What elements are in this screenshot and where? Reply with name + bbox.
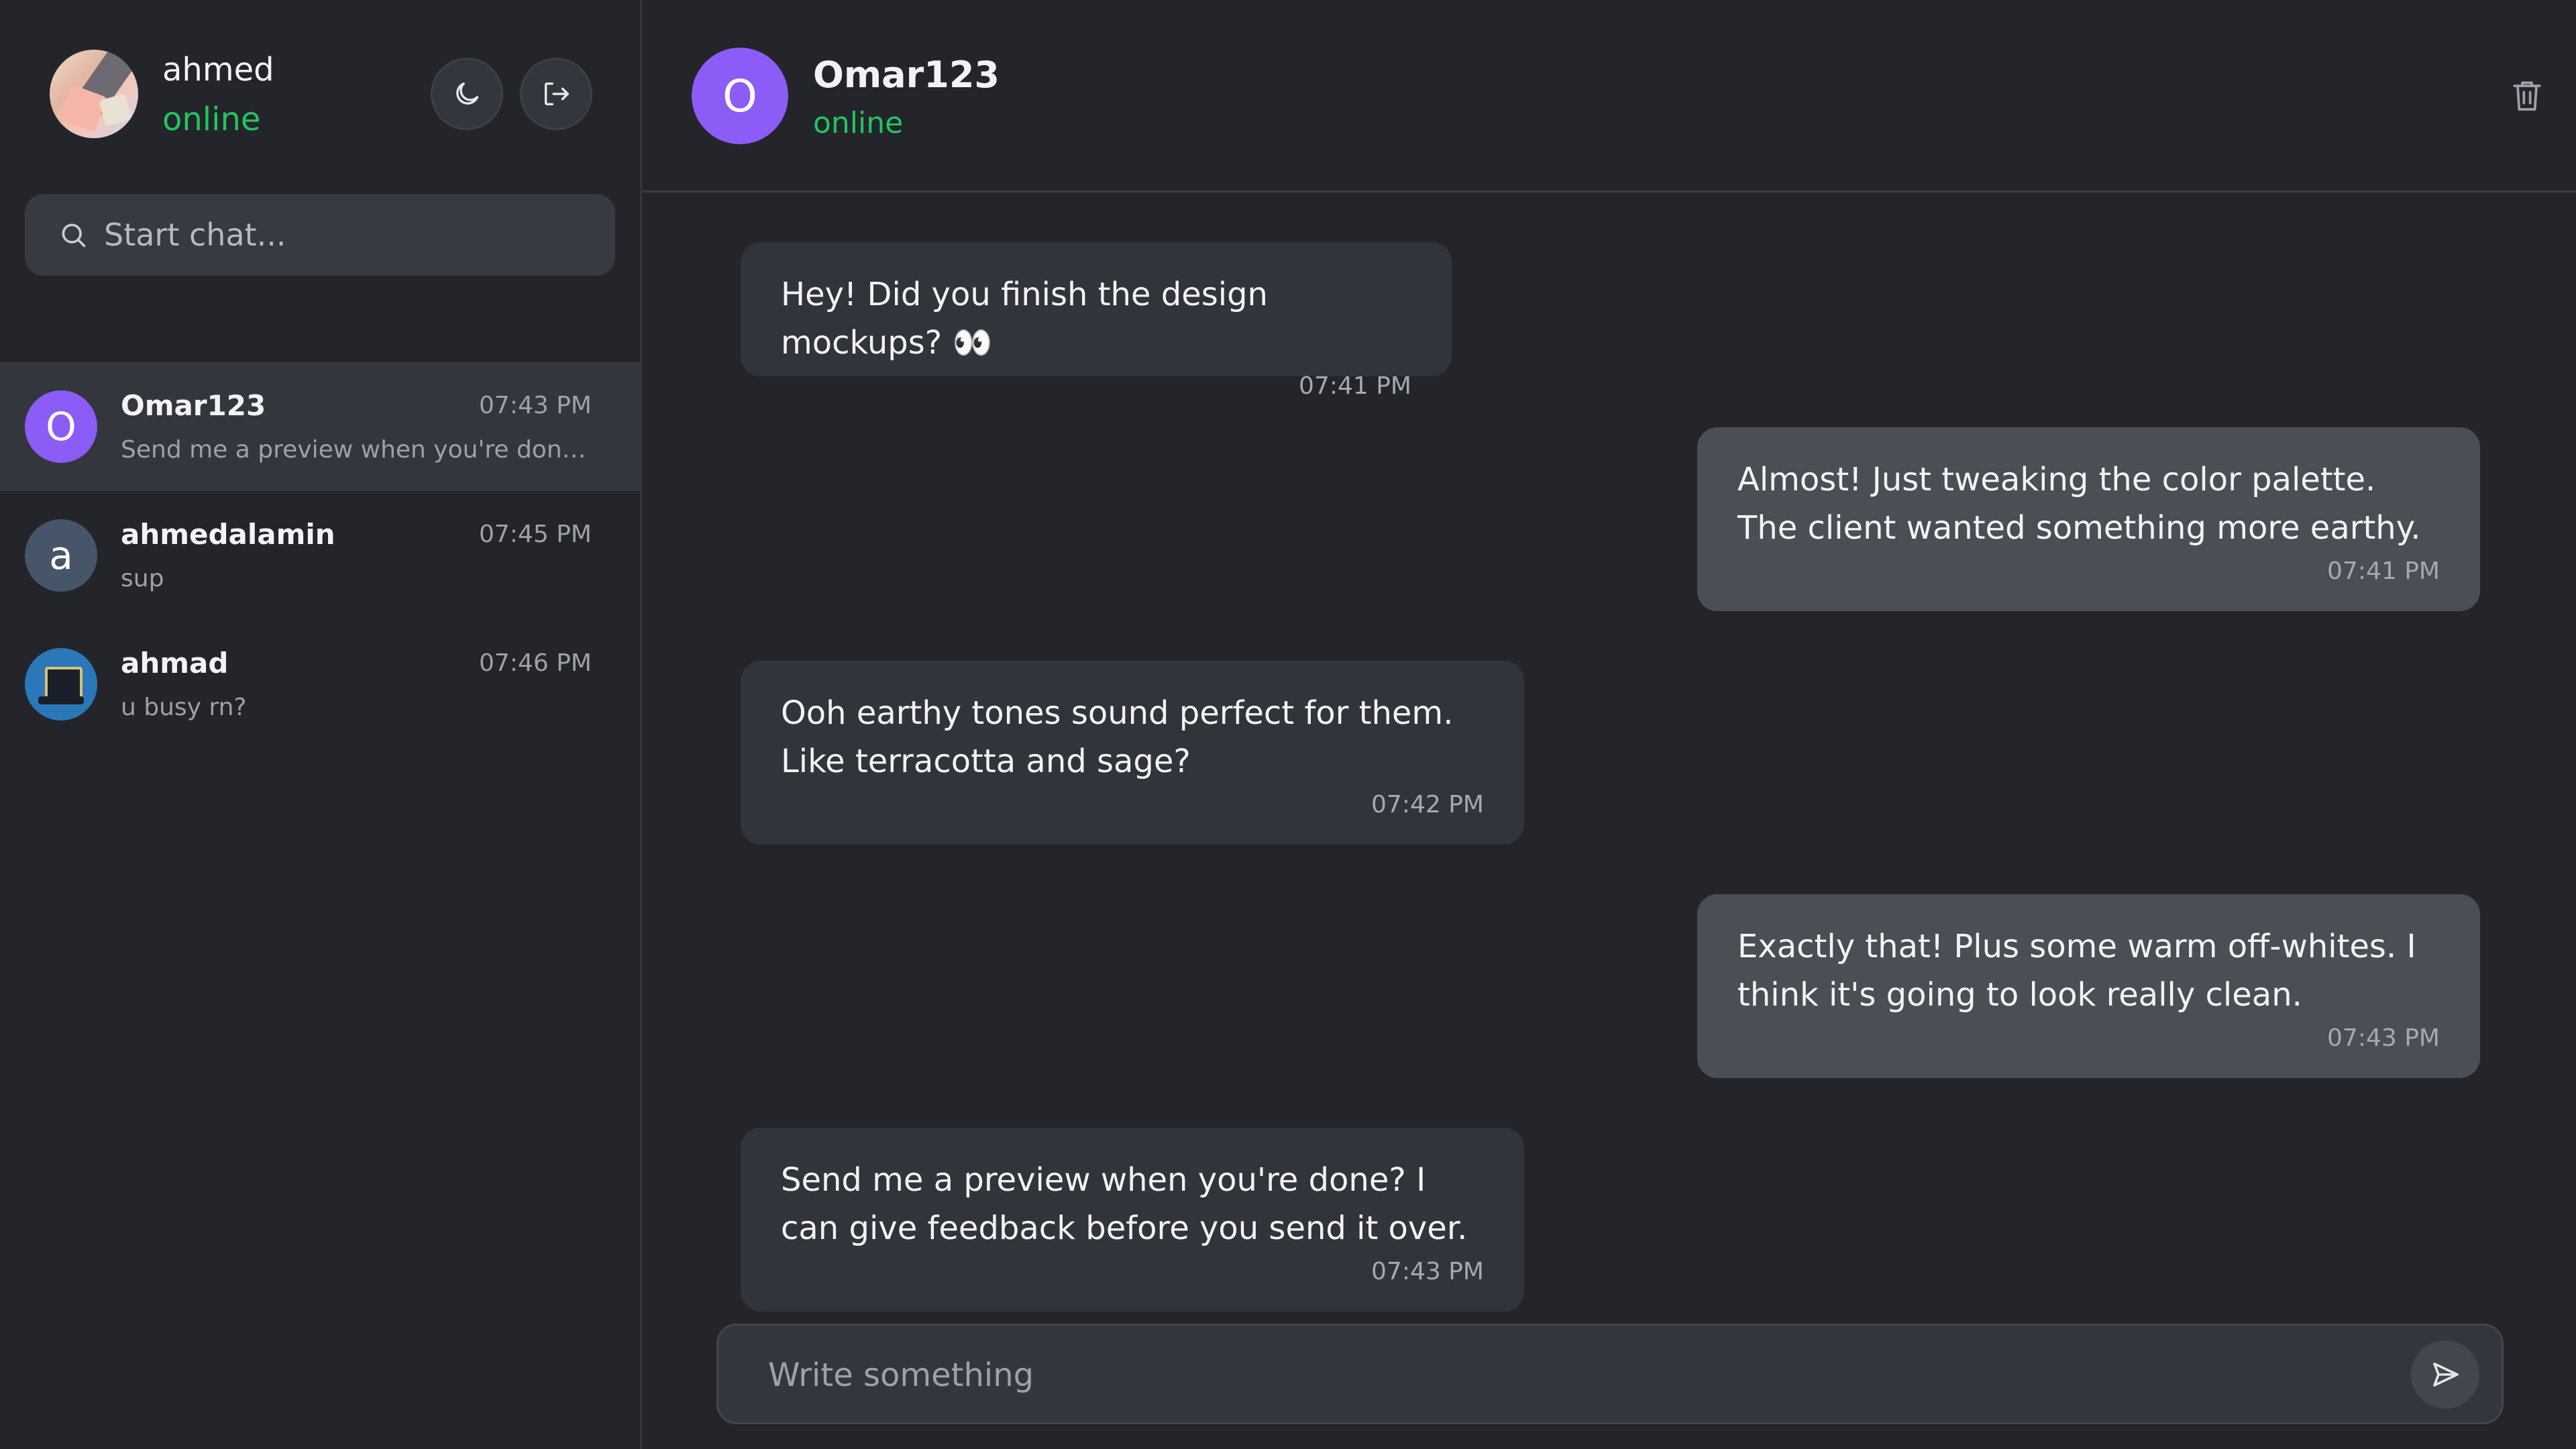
send-button[interactable] (2411, 1340, 2479, 1409)
message-bubble-outgoing: Almost! Just tweaking the color palette.… (1697, 427, 2480, 611)
conversation-avatar[interactable]: O (692, 48, 788, 144)
chat-list-item-ahmad[interactable]: ahmad 07:46 PM u busy rn? (0, 620, 640, 749)
logout-button[interactable] (520, 58, 592, 130)
chat-list-item-ahmedalamin[interactable]: a ahmedalamin 07:45 PM sup (0, 491, 640, 620)
avatar: O (25, 390, 97, 463)
chat-list-item-omar123[interactable]: O Omar123 07:43 PM Send me a preview whe… (0, 362, 640, 491)
chat-preview: u busy rn? (121, 694, 247, 721)
message-time: 07:42 PM (1371, 791, 1484, 818)
avatar: a (25, 519, 97, 592)
message-time: 07:43 PM (2327, 1024, 2440, 1052)
current-user-avatar[interactable] (50, 50, 138, 138)
theme-toggle-button[interactable] (431, 58, 503, 130)
chat-name: ahmedalamin (121, 518, 335, 551)
search-input[interactable] (103, 216, 575, 254)
conversation-status: online (813, 106, 904, 140)
logout-icon (544, 82, 569, 106)
trash-icon[interactable] (2508, 75, 2546, 115)
chat-list: O Omar123 07:43 PM Send me a preview whe… (0, 362, 640, 749)
message-bubble-incoming: Send me a preview when you're done? I ca… (741, 1128, 1524, 1311)
conversation-header: O Omar123 online (642, 0, 2576, 193)
chat-time: 07:46 PM (479, 649, 592, 677)
chat-name: ahmad (121, 647, 229, 680)
moon-icon (456, 82, 479, 105)
chat-preview: sup (121, 565, 164, 592)
message-text: Ooh earthy tones sound perfect for them.… (781, 694, 1454, 780)
message-time: 07:43 PM (1371, 1258, 1484, 1285)
message-composer (716, 1324, 2504, 1424)
message-bubble-outgoing: Exactly that! Plus some warm off-whites.… (1697, 894, 2480, 1078)
message-text: Almost! Just tweaking the color palette.… (1737, 461, 2421, 547)
current-user-status: online (162, 101, 261, 138)
message-time: 07:41 PM (1299, 372, 1411, 400)
chat-name: Omar123 (121, 389, 266, 422)
message-bubble-incoming: Hey! Did you finish the design mockups? … (741, 242, 1452, 400)
sidebar: ahmed online O (0, 0, 642, 1449)
message-list: Hey! Did you finish the design mockups? … (642, 193, 2576, 1326)
current-user-header: ahmed online (50, 50, 593, 138)
message-text: Exactly that! Plus some warm off-whites.… (1737, 928, 2416, 1014)
robot-avatar-image (25, 648, 97, 720)
message-text: Hey! Did you finish the design mockups? … (781, 276, 1268, 362)
message-time: 07:41 PM (2327, 557, 2440, 585)
chat-preview: Send me a preview when you're done? I ca… (121, 436, 590, 464)
chat-time: 07:45 PM (479, 521, 592, 548)
chat-app: ahmed online O (0, 0, 2576, 1449)
current-user-name: ahmed (162, 51, 274, 89)
search-box (25, 194, 615, 276)
message-bubble-incoming: Ooh earthy tones sound perfect for them.… (741, 661, 1524, 845)
message-text: Send me a preview when you're done? I ca… (781, 1161, 1468, 1247)
search-icon (62, 223, 86, 248)
conversation-name: Omar123 (813, 54, 1000, 96)
send-icon (2433, 1362, 2459, 1387)
conversation-panel: O Omar123 online Hey! Did you finish the… (642, 0, 2576, 1449)
message-input[interactable] (767, 1351, 2346, 1399)
chat-time: 07:43 PM (479, 392, 592, 419)
